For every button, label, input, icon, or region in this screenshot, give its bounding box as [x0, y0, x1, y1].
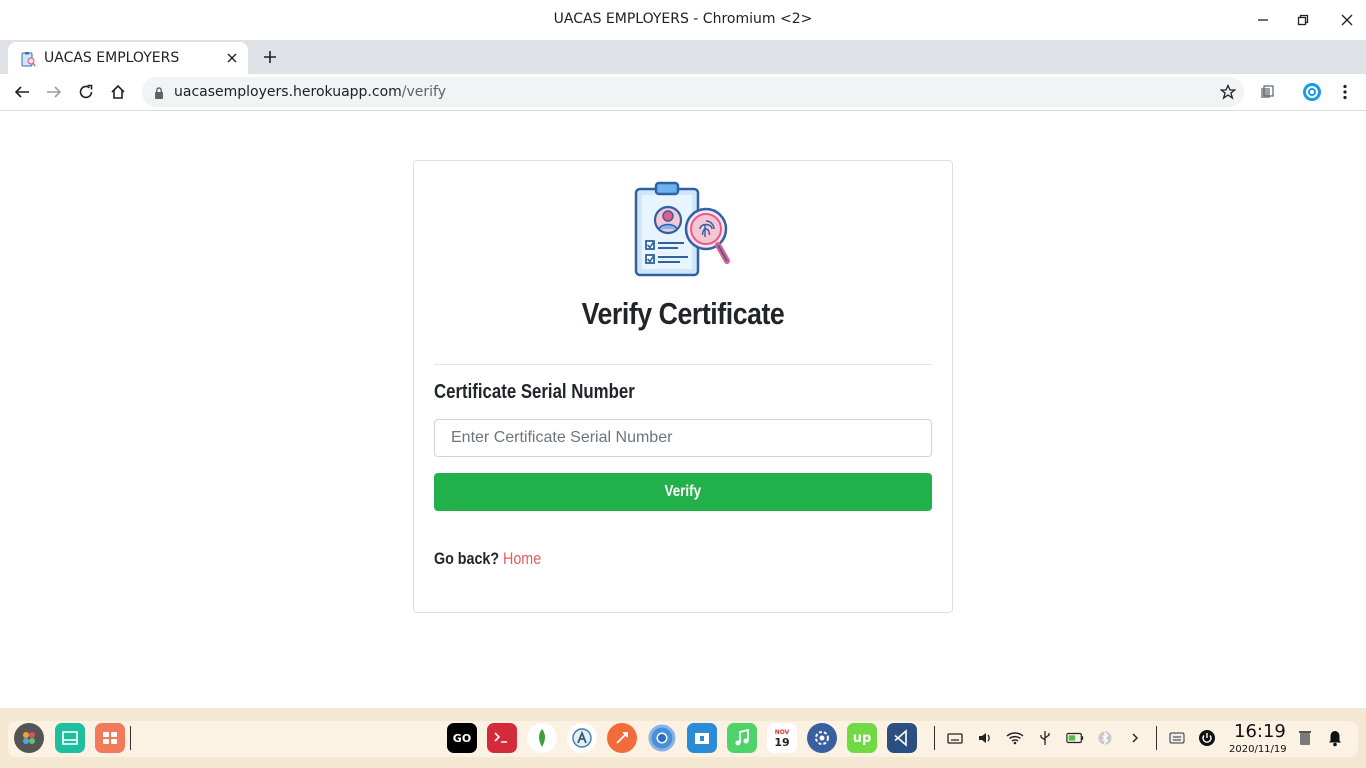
goland-icon[interactable]: GO	[447, 723, 477, 753]
trash-icon[interactable]	[1296, 729, 1314, 747]
onscreen-keyboard-icon[interactable]	[1168, 729, 1186, 747]
notification-bell-icon[interactable]	[1326, 729, 1344, 747]
app-store-icon[interactable]	[95, 723, 125, 753]
postman-icon[interactable]	[607, 723, 637, 753]
launcher-menu-icon[interactable]	[14, 723, 44, 753]
new-tab-button[interactable]	[258, 47, 282, 67]
taskbar-separator	[1156, 726, 1157, 750]
serial-number-input[interactable]	[434, 419, 932, 457]
divider	[434, 364, 932, 365]
taskbar-separator	[130, 726, 131, 750]
extension-icon[interactable]	[1257, 82, 1277, 102]
verify-card: Verify Certificate Certificate Serial Nu…	[413, 160, 953, 613]
home-button[interactable]	[108, 82, 128, 102]
bluetooth-icon[interactable]	[1096, 729, 1114, 747]
window-title: UACAS EMPLOYERS - Chromium <2>	[553, 11, 813, 27]
menu-kebab-icon[interactable]	[1335, 82, 1355, 102]
minimize-button[interactable]	[1253, 10, 1273, 30]
keyboard-icon[interactable]	[946, 729, 964, 747]
chromium-icon[interactable]	[647, 723, 677, 753]
lock-icon[interactable]	[152, 85, 166, 99]
clipboard-favicon-icon	[20, 51, 36, 67]
verify-button[interactable]: Verify	[434, 473, 932, 511]
url-host: uacasemployers.herokuapp.com	[174, 84, 402, 100]
address-bar[interactable]: uacasemployers.herokuapp.com/verify	[142, 77, 1244, 107]
battery-icon[interactable]	[1066, 729, 1084, 747]
wifi-icon[interactable]	[1006, 729, 1024, 747]
music-icon[interactable]	[727, 723, 757, 753]
multitasking-view-icon[interactable]	[55, 723, 85, 753]
go-back-line: Go back? Home	[434, 549, 541, 569]
browser-toolbar: uacasemployers.herokuapp.com/verify	[0, 74, 1366, 111]
maximize-button[interactable]	[1293, 10, 1313, 30]
power-icon[interactable]	[1198, 729, 1216, 747]
reload-button[interactable]	[76, 82, 96, 102]
tab-uacas-employers[interactable]: UACAS EMPLOYERS	[8, 42, 248, 74]
volume-icon[interactable]	[976, 729, 994, 747]
chevron-right-icon[interactable]	[1126, 729, 1144, 747]
tab-strip: UACAS EMPLOYERS	[0, 40, 1366, 74]
calendar-icon[interactable]: NOV 19	[767, 723, 797, 753]
upwork-icon[interactable]: up	[847, 723, 877, 753]
taskbar: GO NOV 19 up 16:19 2020/11/19	[0, 708, 1366, 768]
usb-icon[interactable]	[1036, 729, 1054, 747]
mongodb-compass-icon[interactable]	[527, 723, 557, 753]
system-settings-icon[interactable]	[807, 723, 837, 753]
forward-button[interactable]	[44, 82, 64, 102]
profile-avatar-icon[interactable]	[1302, 82, 1322, 102]
tab-title: UACAS EMPLOYERS	[44, 50, 180, 66]
go-back-text: Go back?	[434, 549, 500, 568]
page-title: Verify Certificate	[581, 296, 785, 331]
serial-number-label: Certificate Serial Number	[434, 381, 635, 403]
terminal-icon[interactable]	[487, 723, 517, 753]
calendar-day: 19	[774, 736, 790, 749]
clock-date[interactable]: 2020/11/19	[1229, 744, 1287, 755]
file-manager-icon[interactable]	[687, 723, 717, 753]
taskbar-separator	[934, 726, 935, 750]
android-studio-icon[interactable]	[567, 723, 597, 753]
close-tab-icon[interactable]	[224, 50, 240, 66]
home-link[interactable]: Home	[503, 549, 541, 568]
certificate-verify-illustration-icon	[634, 181, 734, 281]
taskbar-tray: GO NOV 19 up 16:19 2020/11/19	[8, 721, 1358, 757]
url-text[interactable]: uacasemployers.herokuapp.com/verify	[174, 84, 446, 100]
bookmark-star-icon[interactable]	[1219, 83, 1237, 100]
vscode-icon[interactable]	[887, 723, 917, 753]
url-path: /verify	[401, 84, 447, 100]
verify-button-label: Verify	[664, 483, 702, 500]
close-window-button[interactable]	[1337, 10, 1357, 30]
back-button[interactable]	[12, 82, 32, 102]
window-titlebar: UACAS EMPLOYERS - Chromium <2>	[0, 0, 1366, 40]
clock-time[interactable]: 16:19	[1234, 721, 1286, 742]
